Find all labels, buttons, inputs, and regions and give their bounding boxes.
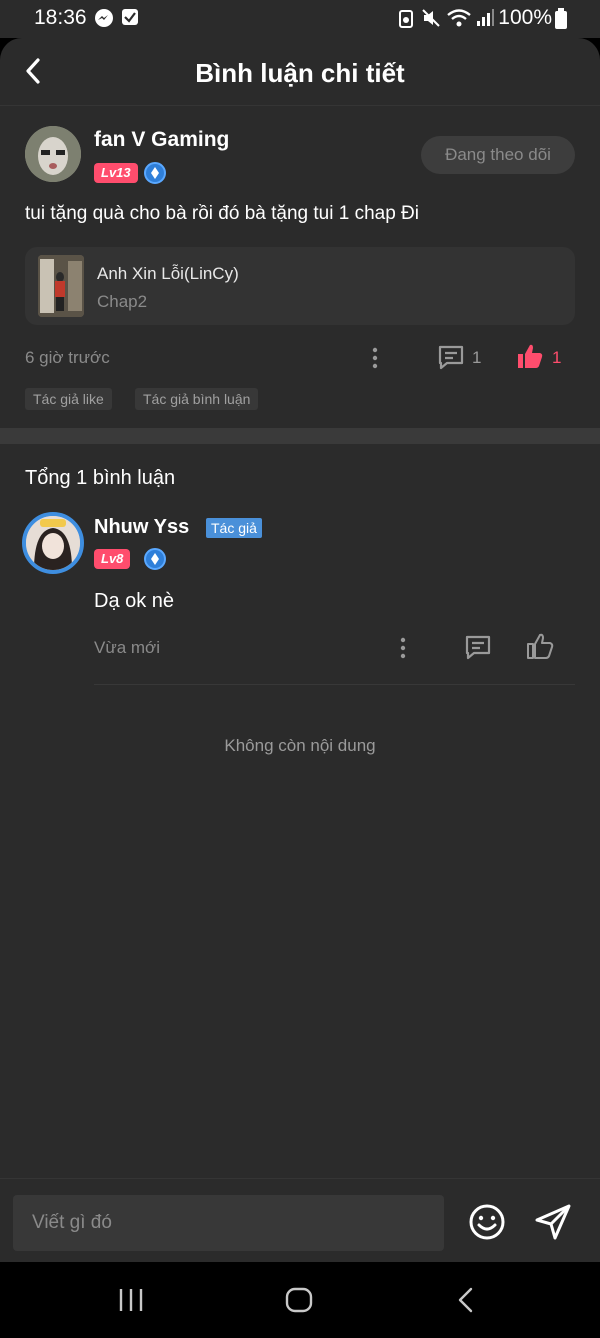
chapter-subtitle: Chap2 — [97, 292, 148, 311]
system-back-button[interactable] — [455, 1286, 477, 1319]
chapter-title: Anh Xin Lỗi(LinCy) — [97, 264, 239, 283]
comment-icon — [438, 345, 464, 370]
comment-input[interactable] — [13, 1195, 444, 1251]
home-button[interactable] — [284, 1286, 314, 1319]
post-text: tui tặng quà cho bà rồi đó bà tặng tui 1… — [25, 203, 419, 224]
send-button[interactable] — [534, 1203, 572, 1241]
comment-detail-screen: Bình luận chi tiết fan V Gaming Lv13 Đan… — [0, 38, 600, 1262]
more-vertical-icon — [400, 637, 406, 659]
recent-apps-button[interactable] — [118, 1286, 144, 1319]
thumbs-up-outline-icon — [527, 633, 554, 659]
emoji-button[interactable] — [468, 1203, 506, 1241]
chapter-thumbnail — [38, 255, 84, 317]
comment-text: Dạ ok nè — [94, 590, 175, 612]
post-author-avatar[interactable] — [25, 126, 81, 182]
tag-author-liked: Tác giả like — [25, 388, 112, 410]
more-options-button[interactable] — [369, 346, 381, 370]
comment-like-button[interactable] — [526, 632, 554, 660]
post-timestamp: 6 giờ trước — [25, 348, 110, 367]
status-time: 18:36 — [34, 6, 87, 29]
comment-count: 1 — [472, 348, 482, 367]
tag-author-commented: Tác giả bình luận — [135, 388, 259, 410]
following-button[interactable]: Đang theo dõi — [421, 136, 575, 174]
top-bar: Bình luận chi tiết — [0, 38, 600, 106]
level-badge: Lv8 — [94, 549, 131, 569]
comment-more-options-button[interactable] — [397, 636, 409, 660]
post-author-name[interactable]: fan V Gaming — [94, 128, 229, 152]
comment-composer — [0, 1178, 600, 1262]
battery-icon — [554, 8, 568, 36]
system-nav-bar — [0, 1262, 600, 1338]
send-icon — [535, 1204, 571, 1240]
signal-icon — [475, 8, 495, 34]
like-count: 1 — [552, 348, 562, 367]
home-icon — [285, 1287, 313, 1313]
status-bar: 18:36 100% — [0, 0, 600, 38]
commenter-avatar[interactable] — [22, 512, 84, 574]
end-of-content-label: Không còn nội dung — [224, 736, 376, 755]
battery-level: 100% — [498, 6, 552, 29]
page-title: Bình luận chi tiết — [195, 58, 405, 88]
mute-icon — [421, 8, 441, 34]
comment-button[interactable] — [437, 343, 465, 371]
comment-separator — [94, 684, 575, 685]
messenger-icon — [94, 8, 114, 34]
author-badge: Tác giả — [206, 518, 262, 538]
wifi-icon — [446, 8, 472, 34]
recent-apps-icon — [119, 1289, 143, 1311]
battery-saver-icon — [398, 8, 414, 34]
comment-timestamp: Vừa mới — [94, 638, 160, 657]
emoji-icon — [469, 1204, 505, 1240]
commenter-name[interactable]: Nhuw Yss — [94, 516, 189, 539]
comment-icon — [465, 635, 491, 660]
level-badge: Lv13 — [94, 163, 138, 183]
more-vertical-icon — [372, 347, 378, 369]
section-divider — [0, 428, 600, 444]
reply-button[interactable] — [464, 633, 492, 661]
diamond-badge-icon — [144, 548, 166, 570]
comments-total: Tổng 1 bình luận — [25, 467, 176, 489]
thumbs-up-filled-icon — [518, 344, 543, 368]
diamond-badge-icon — [144, 162, 166, 184]
like-button[interactable] — [516, 342, 544, 370]
check-box-icon — [121, 8, 139, 32]
chapter-card[interactable]: Anh Xin Lỗi(LinCy) Chap2 — [25, 247, 575, 325]
chevron-left-icon — [458, 1287, 473, 1313]
